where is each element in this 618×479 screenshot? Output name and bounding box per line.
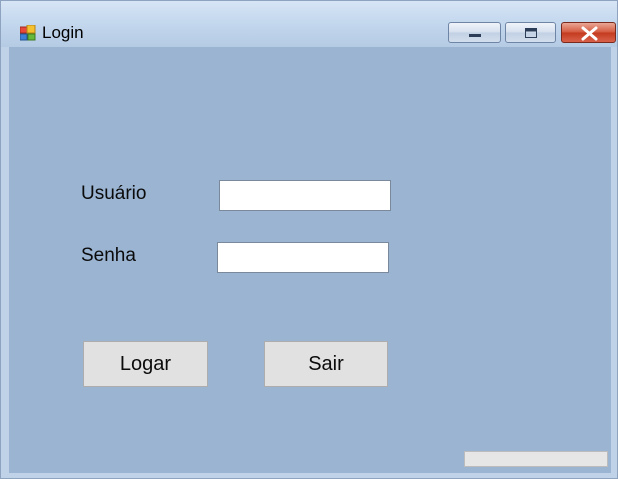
- exit-button[interactable]: Sair: [264, 341, 388, 387]
- login-window: Login Usuário Senha Logar Sair: [0, 0, 618, 479]
- password-input[interactable]: [217, 242, 389, 273]
- close-icon: [581, 26, 598, 41]
- title-bar[interactable]: Login: [1, 1, 617, 47]
- form-client-area: Usuário Senha Logar Sair: [9, 47, 611, 473]
- minimize-icon: [469, 34, 481, 37]
- maximize-icon: [525, 28, 537, 38]
- login-button[interactable]: Logar: [83, 341, 208, 387]
- minimize-button[interactable]: [448, 22, 501, 43]
- close-button[interactable]: [561, 22, 616, 43]
- password-label: Senha: [81, 245, 136, 266]
- progress-bar: [464, 451, 608, 467]
- window-title: Login: [42, 23, 84, 42]
- user-input[interactable]: [219, 180, 391, 211]
- user-label: Usuário: [81, 183, 147, 204]
- maximize-button[interactable]: [505, 22, 556, 43]
- windows-form-icon: [20, 25, 36, 41]
